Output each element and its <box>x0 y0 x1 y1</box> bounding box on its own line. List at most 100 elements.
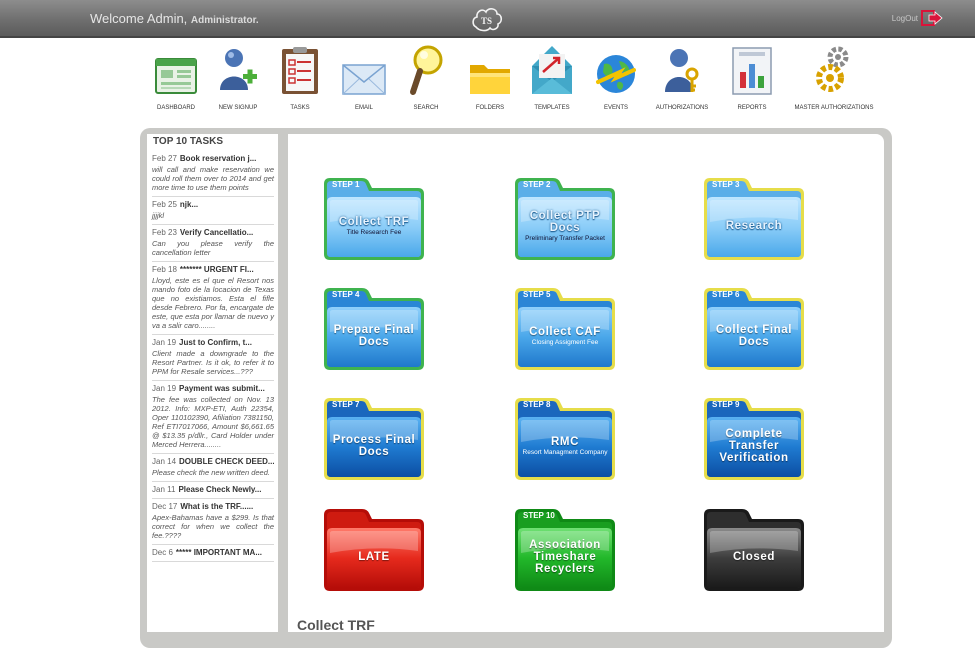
task-item[interactable]: Feb 23 Verify Cancellatio... Can you pleas… <box>152 225 274 262</box>
nav-authorizations[interactable]: AUTHORIZATIONS <box>650 44 714 111</box>
task-item[interactable]: Feb 18 ******* URGENT FI... Lloyd, este es… <box>152 262 274 335</box>
task-item[interactable]: Jan 11 Please Check Newly... <box>152 482 274 499</box>
step-title[interactable]: Closed <box>733 551 775 563</box>
step-subtitle[interactable]: Resort Managment Company <box>523 449 608 456</box>
task-header[interactable]: Jan 11 Please Check Newly... <box>152 485 274 494</box>
nav-label[interactable]: SEARCH <box>394 105 458 111</box>
nav-label[interactable]: EMAIL <box>332 105 396 111</box>
step-title[interactable]: RMC <box>551 436 579 448</box>
step-label[interactable]: Collect TRF Title Research Fee <box>324 206 424 246</box>
magnifier-icon[interactable] <box>408 44 444 96</box>
step-number[interactable]: STEP 8 <box>523 400 550 409</box>
step-number[interactable]: STEP 7 <box>332 400 359 409</box>
step-title[interactable]: Collect TRF <box>339 216 410 228</box>
logout-button[interactable]: LogOut <box>892 10 943 26</box>
gears-icon[interactable] <box>814 44 854 96</box>
folder-icon[interactable] <box>469 60 511 96</box>
task-item[interactable]: Jan 14 DOUBLE CHECK DEED.... Please check … <box>152 454 274 482</box>
nav-new-signup[interactable]: NEW SIGNUP <box>206 44 270 111</box>
task-header[interactable]: Feb 18 ******* URGENT FI... <box>152 265 274 274</box>
step-title[interactable]: Association Timeshare Recyclers <box>515 539 615 575</box>
nav-label[interactable]: MASTER AUTHORIZATIONS <box>786 105 882 111</box>
step-title[interactable]: Process Final Docs <box>324 434 424 458</box>
workflow-step-folder[interactable]: STEP 1 Collect TRF Title Research Fee <box>320 176 428 262</box>
workflow-step-folder[interactable]: LATE <box>320 507 428 593</box>
step-number[interactable]: STEP 4 <box>332 290 359 299</box>
nav-label[interactable]: TASKS <box>268 105 332 111</box>
task-item[interactable]: Feb 27 Book reservation j... will call and… <box>152 151 274 197</box>
task-header[interactable]: Jan 19 Just to Confirm, t... <box>152 338 274 347</box>
nav-templates[interactable]: TEMPLATES <box>520 44 584 111</box>
workflow-step-folder[interactable]: STEP 2 Collect PTP Docs Preliminary Transf… <box>511 176 619 262</box>
nav-master-authorizations[interactable]: MASTER AUTHORIZATIONS <box>786 44 882 111</box>
step-label[interactable]: Prepare Final Docs <box>324 316 424 356</box>
step-label[interactable]: Research <box>704 206 804 246</box>
nav-reports[interactable]: REPORTS <box>720 44 784 111</box>
step-label[interactable]: Process Final Docs <box>324 426 424 466</box>
workflow-step-folder[interactable]: STEP 9 Complete Transfer Verification <box>700 396 808 482</box>
task-title[interactable]: Just to Confirm, t... <box>179 338 252 347</box>
step-label[interactable]: Collect CAF Closing Assigment Fee <box>515 316 615 356</box>
step-label[interactable]: Closed <box>704 537 804 577</box>
envelope-icon[interactable] <box>342 62 386 96</box>
step-label[interactable]: RMC Resort Managment Company <box>515 426 615 466</box>
step-title[interactable]: Collect PTP Docs <box>515 210 615 234</box>
step-number[interactable]: STEP 6 <box>712 290 739 299</box>
dashboard-icon[interactable] <box>155 58 197 96</box>
task-title[interactable]: ******* URGENT FI... <box>180 265 254 274</box>
step-subtitle[interactable]: Closing Assigment Fee <box>532 339 598 346</box>
step-label[interactable]: Collect PTP Docs Preliminary Transfer Pac… <box>515 206 615 246</box>
step-number[interactable]: STEP 2 <box>523 180 550 189</box>
task-title[interactable]: DOUBLE CHECK DEED.... <box>179 457 274 466</box>
step-title[interactable]: LATE <box>358 551 390 563</box>
task-title[interactable]: njk... <box>180 200 198 209</box>
workflow-step-folder[interactable]: Closed <box>700 507 808 593</box>
task-header[interactable]: Feb 27 Book reservation j... <box>152 154 274 163</box>
new-signup-icon[interactable] <box>217 46 259 96</box>
step-label[interactable]: Collect Final Docs <box>704 316 804 356</box>
task-header[interactable]: Jan 19 Payment was submit... <box>152 384 274 393</box>
nav-folders[interactable]: FOLDERS <box>458 44 522 111</box>
step-number[interactable]: STEP 10 <box>523 511 555 520</box>
nav-label[interactable]: EVENTS <box>584 105 648 111</box>
nav-tasks[interactable]: TASKS <box>268 44 332 111</box>
globe-icon[interactable] <box>594 52 638 96</box>
nav-label[interactable]: AUTHORIZATIONS <box>650 105 714 111</box>
step-number[interactable]: STEP 3 <box>712 180 739 189</box>
task-title[interactable]: Please Check Newly... <box>178 485 261 494</box>
task-title[interactable]: Book reservation j... <box>180 154 256 163</box>
step-subtitle[interactable]: Preliminary Transfer Packet <box>525 235 605 242</box>
workflow-step-folder[interactable]: STEP 8 RMC Resort Managment Company <box>511 396 619 482</box>
step-label[interactable]: LATE <box>324 537 424 577</box>
logout-icon[interactable] <box>921 10 943 26</box>
step-number[interactable]: STEP 5 <box>523 290 550 299</box>
task-item[interactable]: Jan 19 Just to Confirm, t... Client made a… <box>152 335 274 381</box>
nav-label[interactable]: NEW SIGNUP <box>206 105 270 111</box>
nav-search[interactable]: SEARCH <box>394 44 458 111</box>
step-title[interactable]: Prepare Final Docs <box>324 324 424 348</box>
workflow-step-folder[interactable]: STEP 5 Collect CAF Closing Assigment Fee <box>511 286 619 372</box>
task-title[interactable]: What is the TRF...... <box>180 502 253 511</box>
step-label[interactable]: Complete Transfer Verification <box>704 426 804 466</box>
task-title[interactable]: Payment was submit... <box>179 384 265 393</box>
step-subtitle[interactable]: Title Research Fee <box>347 229 402 236</box>
templates-icon[interactable] <box>530 44 574 96</box>
nav-events[interactable]: EVENTS <box>584 44 648 111</box>
nav-dashboard[interactable]: DASHBOARD <box>144 44 208 111</box>
workflow-step-folder[interactable]: STEP 6 Collect Final Docs <box>700 286 808 372</box>
nav-label[interactable]: REPORTS <box>720 105 784 111</box>
step-number[interactable]: STEP 1 <box>332 180 359 189</box>
step-title[interactable]: Collect CAF <box>529 326 601 338</box>
workflow-step-folder[interactable]: STEP 7 Process Final Docs <box>320 396 428 482</box>
task-header[interactable]: Feb 23 Verify Cancellatio... <box>152 228 274 237</box>
step-title[interactable]: Complete Transfer Verification <box>704 428 804 464</box>
task-header[interactable]: Dec 6 ***** IMPORTANT MA... <box>152 548 274 557</box>
user-key-icon[interactable] <box>662 46 702 96</box>
task-item[interactable]: Dec 17 What is the TRF...... Apex-Bahamas … <box>152 499 274 545</box>
nav-label[interactable]: DASHBOARD <box>144 105 208 111</box>
step-title[interactable]: Collect Final Docs <box>704 324 804 348</box>
task-item[interactable]: Feb 25 njk... jjjjkl <box>152 197 274 225</box>
task-header[interactable]: Dec 17 What is the TRF...... <box>152 502 274 511</box>
logout-label[interactable]: LogOut <box>892 14 918 23</box>
step-number[interactable]: STEP 9 <box>712 400 739 409</box>
